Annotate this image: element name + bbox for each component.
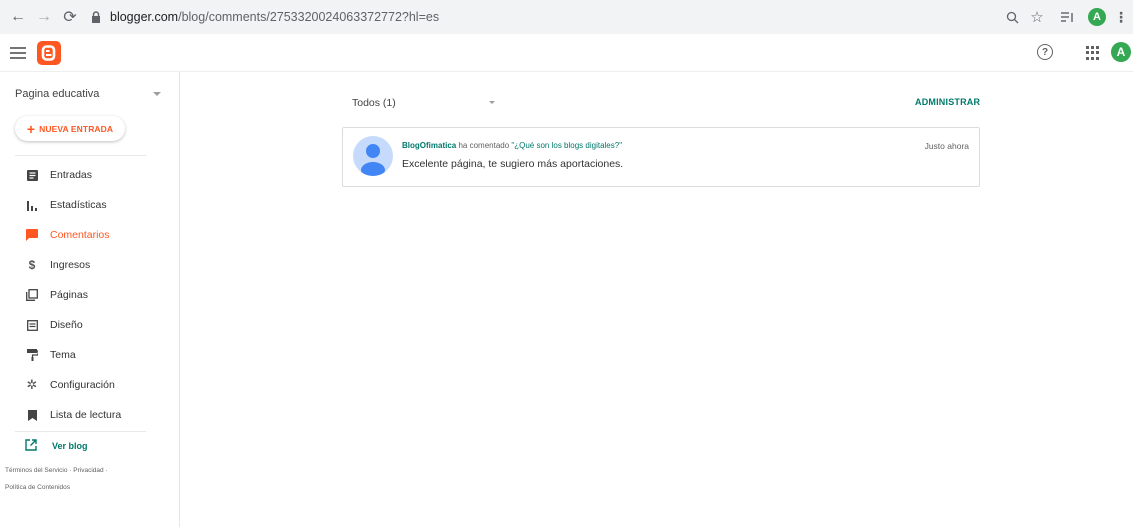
- profile-avatar[interactable]: A: [1088, 7, 1106, 27]
- terms-link[interactable]: Términos del Servicio: [5, 467, 68, 474]
- comment-card[interactable]: BlogOfimatica ha comentado "¿Qué son los…: [342, 127, 980, 187]
- sidebar-item-configuracion[interactable]: ✲ Configuración: [0, 370, 180, 400]
- gear-icon: ✲: [26, 377, 38, 392]
- sidebar-item-comentarios[interactable]: Comentarios: [0, 220, 180, 250]
- dollar-icon: $: [28, 258, 36, 272]
- plus-icon: +: [26, 120, 36, 137]
- chevron-down-icon: [153, 92, 161, 96]
- blog-selector[interactable]: Pagina educativa: [15, 86, 165, 102]
- browser-toolbar: ← → ⟳ blogger.com/blog/comments/27533200…: [0, 0, 1133, 34]
- apps-grid-icon[interactable]: [1086, 46, 1100, 60]
- comment-header: BlogOfimatica ha comentado "¿Qué son los…: [402, 141, 622, 150]
- sidebar-item-lista-de-lectura[interactable]: Lista de lectura: [0, 400, 180, 430]
- comments-filter-dropdown[interactable]: Todos (1): [352, 96, 502, 110]
- commenter-avatar: [353, 136, 393, 176]
- view-blog-link[interactable]: Ver blog: [0, 434, 180, 458]
- back-arrow-icon[interactable]: ←: [8, 7, 28, 27]
- app-header: ? A: [0, 34, 1133, 72]
- reload-icon[interactable]: ⟳: [60, 7, 80, 27]
- lock-icon: [90, 10, 102, 24]
- star-icon[interactable]: ☆: [1028, 7, 1046, 27]
- bookmark-icon: [25, 408, 39, 422]
- sidebar-item-entradas[interactable]: Entradas: [0, 160, 180, 190]
- comment-timestamp: Justo ahora: [924, 141, 969, 151]
- comment-action: ha comentado: [458, 141, 510, 150]
- footer-links: Términos del Servicio · Privacidad · Pol…: [5, 467, 108, 491]
- sidebar-item-ingresos[interactable]: $ Ingresos: [0, 250, 180, 280]
- hamburger-menu-icon[interactable]: [10, 44, 26, 60]
- sidebar: Pagina educativa + NUEVA ENTRADA Entrada…: [0, 72, 180, 527]
- url-host: blogger.com: [110, 10, 179, 24]
- blogger-logo[interactable]: [37, 41, 61, 65]
- account-avatar[interactable]: A: [1111, 42, 1131, 62]
- divider: [15, 431, 146, 432]
- comment-icon: [25, 228, 39, 242]
- help-icon[interactable]: ?: [1037, 44, 1053, 60]
- comment-author-link[interactable]: BlogOfimatica: [402, 141, 456, 150]
- new-post-button[interactable]: + NUEVA ENTRADA: [15, 116, 125, 141]
- sidebar-item-paginas[interactable]: Páginas: [0, 280, 180, 310]
- privacy-link[interactable]: Privacidad: [73, 467, 103, 474]
- content-policy-link[interactable]: Política de Contenidos: [5, 484, 70, 491]
- sidebar-item-tema[interactable]: Tema: [0, 340, 180, 370]
- divider: [15, 155, 146, 156]
- comment-text: Excelente página, te sugiero más aportac…: [402, 158, 624, 170]
- browser-menu-icon[interactable]: ⋮: [1114, 7, 1128, 27]
- address-bar[interactable]: blogger.com/blog/comments/27533200240633…: [90, 5, 1130, 29]
- layout-icon: [25, 318, 39, 332]
- bar-chart-icon: [25, 198, 39, 212]
- blog-name: Pagina educativa: [15, 88, 100, 100]
- url-path: /blog/comments/2753320024063372772?hl=es: [178, 10, 440, 24]
- sidebar-item-diseno[interactable]: Diseño: [0, 310, 180, 340]
- manage-button[interactable]: ADMINISTRAR: [915, 97, 980, 107]
- open-external-icon: [25, 439, 39, 453]
- paint-roller-icon: [25, 348, 39, 362]
- reading-list-icon[interactable]: [1058, 7, 1076, 27]
- document-icon: [25, 168, 39, 182]
- zoom-icon[interactable]: [1003, 7, 1021, 27]
- chevron-down-icon: [489, 101, 495, 104]
- pages-icon: [25, 288, 39, 302]
- forward-arrow-icon[interactable]: →: [34, 7, 54, 27]
- comment-post-link[interactable]: "¿Qué son los blogs digitales?": [511, 141, 622, 150]
- sidebar-item-estadisticas[interactable]: Estadísticas: [0, 190, 180, 220]
